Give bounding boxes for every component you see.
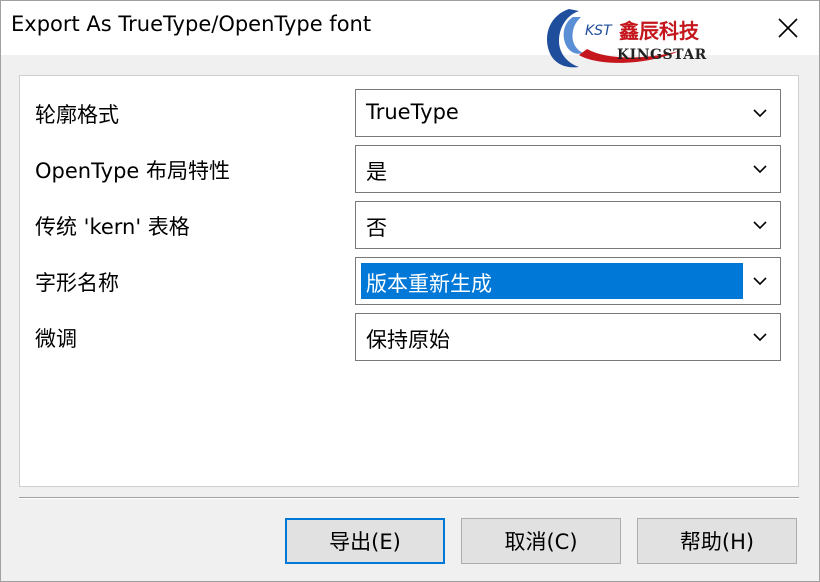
chevron-down-icon [753,109,767,118]
close-button[interactable] [763,9,813,47]
export-button[interactable]: 导出(E) [285,518,445,564]
logo-kst-text: KST [585,23,612,39]
glyph-names-value: 版本重新生成 [366,272,492,296]
hinting-label: 微调 [35,327,77,351]
chevron-down-icon [753,221,767,230]
separator [19,497,799,499]
logo-english-text: KINGSTAR [617,47,707,63]
outline-format-value: TrueType [366,100,459,124]
opentype-layout-value: 是 [366,160,387,184]
outline-format-select[interactable]: TrueType [355,89,781,137]
chevron-down-icon [753,165,767,174]
chevron-down-icon [753,333,767,342]
glyph-names-select[interactable]: 版本重新生成 [355,257,781,305]
help-button[interactable]: 帮助(H) [637,518,797,564]
outline-format-label: 轮廓格式 [35,103,119,127]
kingstar-logo: KST 鑫辰科技 KINGSTAR [539,5,719,73]
hinting-value: 保持原始 [366,328,450,352]
legacy-kern-value: 否 [366,216,387,240]
legacy-kern-label: 传统 'kern' 表格 [35,215,190,239]
close-icon [778,18,798,38]
hinting-select[interactable]: 保持原始 [355,313,781,361]
legacy-kern-select[interactable]: 否 [355,201,781,249]
window-title: Export As TrueType/OpenType font [11,12,372,36]
title-bar[interactable]: Export As TrueType/OpenType font KST 鑫辰科… [1,1,819,68]
opentype-layout-select[interactable]: 是 [355,145,781,193]
export-dialog: Export As TrueType/OpenType font KST 鑫辰科… [0,0,820,582]
cancel-button[interactable]: 取消(C) [461,518,621,564]
chevron-down-icon [753,277,767,286]
glyph-names-label: 字形名称 [35,271,119,295]
opentype-layout-label: OpenType 布局特性 [35,159,230,183]
logo-chinese-text: 鑫辰科技 [619,19,699,43]
